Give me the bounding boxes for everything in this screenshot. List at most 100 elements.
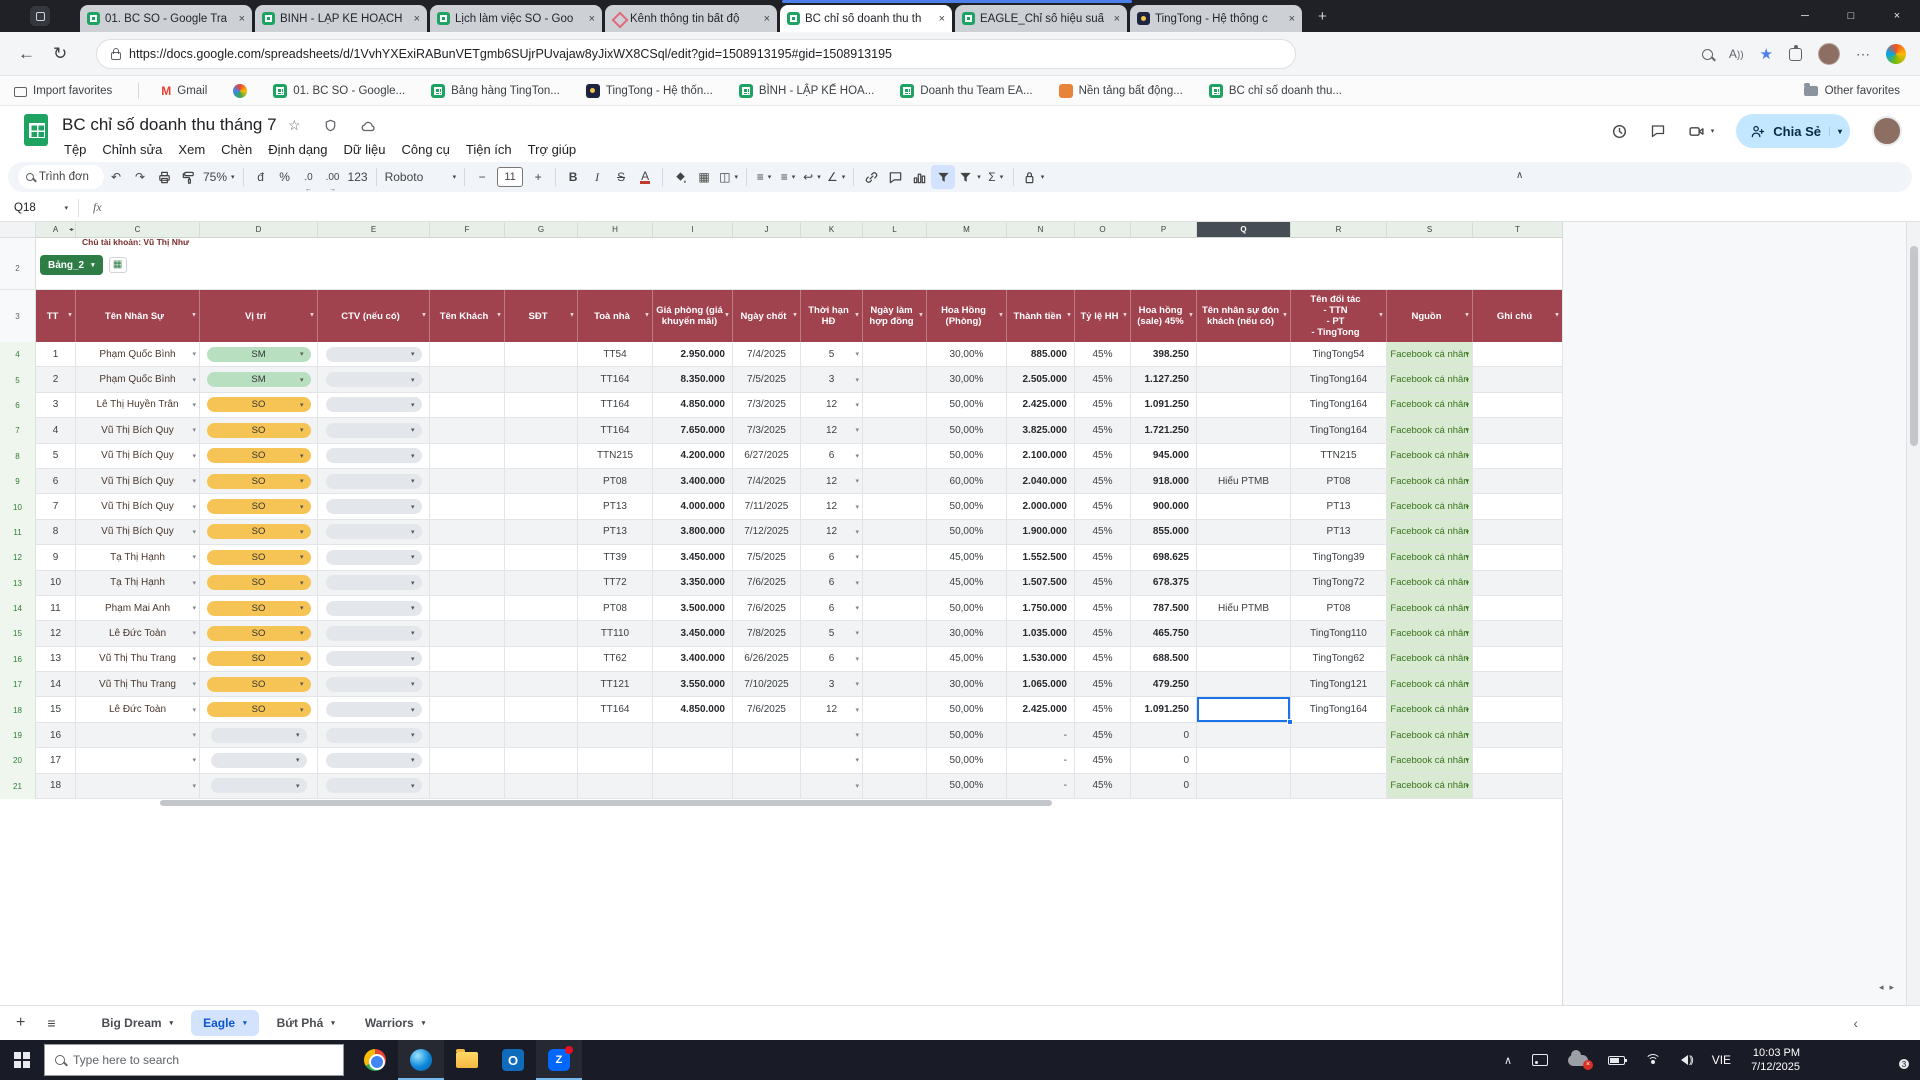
create-filter-icon[interactable]: [931, 165, 955, 189]
add-sheet-icon[interactable]: +: [16, 1014, 25, 1032]
cell-O5[interactable]: 45%: [1075, 367, 1131, 392]
cell-J18[interactable]: 7/6/2025: [733, 697, 801, 722]
dropdown-icon[interactable]: ▾: [192, 477, 196, 485]
cell-F10[interactable]: [430, 494, 505, 519]
menu-item[interactable]: Chỉnh sửa: [94, 139, 170, 160]
outlook-icon[interactable]: O: [490, 1040, 536, 1080]
cell-I8[interactable]: 4.200.000: [653, 444, 733, 469]
cell-O10[interactable]: 45%: [1075, 494, 1131, 519]
cell-T8[interactable]: [1473, 444, 1563, 469]
wifi-icon[interactable]: [1645, 1054, 1661, 1066]
tab-close-icon[interactable]: ×: [1287, 13, 1295, 25]
cell-Q9[interactable]: Hiếu PTMB: [1197, 469, 1291, 494]
cell-K10[interactable]: 12▾: [801, 494, 863, 519]
cell-J15[interactable]: 7/8/2025: [733, 621, 801, 646]
tab-actions-icon[interactable]: [30, 6, 50, 26]
cell-Q10[interactable]: [1197, 494, 1291, 519]
bold-icon[interactable]: B: [561, 165, 585, 189]
cell-C21[interactable]: ▾: [76, 774, 200, 799]
document-title[interactable]: BC chỉ số doanh thu tháng 7: [62, 115, 277, 135]
position-pill[interactable]: ▾: [211, 778, 307, 793]
row-header-4[interactable]: 4: [0, 342, 36, 367]
cell-C9[interactable]: Vũ Thị Bích Quy▾: [76, 469, 200, 494]
cell-N13[interactable]: 1.507.500: [1007, 571, 1075, 596]
cell-I10[interactable]: 4.000.000: [653, 494, 733, 519]
address-bar[interactable]: https://docs.google.com/spreadsheets/d/1…: [96, 39, 1296, 69]
cell-A11[interactable]: 8: [36, 520, 76, 545]
dropdown-icon[interactable]: ▾: [1465, 731, 1469, 739]
dropdown-icon[interactable]: ▾: [192, 706, 196, 714]
cell-M19[interactable]: 50,00%: [927, 723, 1007, 748]
cell-A12[interactable]: 9: [36, 545, 76, 570]
redo-icon[interactable]: ↷: [128, 165, 152, 189]
currency-format-icon[interactable]: đ: [249, 165, 273, 189]
protect-sheet-icon[interactable]: ▾: [1019, 165, 1048, 189]
copilot-icon[interactable]: [1886, 44, 1906, 64]
cell-F18[interactable]: [430, 697, 505, 722]
cell-S8[interactable]: Facebook cá nhân▾: [1387, 444, 1473, 469]
text-rotate-icon[interactable]: ∠▾: [824, 165, 848, 189]
cell-K21[interactable]: ▾: [801, 774, 863, 799]
cell-J19[interactable]: [733, 723, 801, 748]
cell-T7[interactable]: [1473, 418, 1563, 443]
cell-P4[interactable]: 398.250: [1131, 342, 1197, 367]
tab-close-icon[interactable]: ×: [937, 13, 945, 25]
cell-J4[interactable]: 7/4/2025: [733, 342, 801, 367]
bookmark-item[interactable]: Doanh thu Team EA...: [900, 84, 1032, 98]
dropdown-icon[interactable]: ▾: [1465, 401, 1469, 409]
volume-icon[interactable]: )): [1681, 1055, 1692, 1066]
cell-C11[interactable]: Vũ Thị Bích Quy▾: [76, 520, 200, 545]
bookmark-item[interactable]: Import favorites: [14, 85, 112, 97]
cell-O20[interactable]: 45%: [1075, 748, 1131, 773]
cell-D6[interactable]: SO▾: [200, 393, 318, 418]
dropdown-icon[interactable]: ▾: [192, 426, 196, 434]
ctv-pill[interactable]: ▾: [326, 702, 422, 717]
filter-icon[interactable]: ▼: [191, 311, 197, 322]
share-button[interactable]: Chia Sẻ ▾: [1736, 114, 1850, 148]
cell-M5[interactable]: 30,00%: [927, 367, 1007, 392]
column-header-ghichu[interactable]: Ghi chú▼: [1473, 290, 1563, 342]
cell-I16[interactable]: 3.400.000: [653, 647, 733, 672]
cell-F19[interactable]: [430, 723, 505, 748]
cell-L7[interactable]: [863, 418, 927, 443]
row-header-16[interactable]: 16: [0, 647, 36, 672]
dropdown-icon[interactable]: ▾: [300, 350, 304, 358]
cell-Q21[interactable]: [1197, 774, 1291, 799]
toolbar-collapse-icon[interactable]: ∧: [1516, 170, 1523, 181]
cell-T17[interactable]: [1473, 672, 1563, 697]
dropdown-icon[interactable]: ▾: [1465, 604, 1469, 612]
dropdown-icon[interactable]: ▾: [1465, 706, 1469, 714]
cell-L21[interactable]: [863, 774, 927, 799]
row-header-11[interactable]: 11: [0, 520, 36, 545]
cell-M20[interactable]: 50,00%: [927, 748, 1007, 773]
dropdown-icon[interactable]: ▾: [192, 350, 196, 358]
ctv-pill[interactable]: ▾: [326, 448, 422, 463]
dropdown-icon[interactable]: ▾: [170, 1019, 174, 1027]
cell-H6[interactable]: TT164: [578, 393, 653, 418]
cell-L20[interactable]: [863, 748, 927, 773]
menu-item[interactable]: Dữ liệu: [336, 139, 394, 160]
cell-S18[interactable]: Facebook cá nhân▾: [1387, 697, 1473, 722]
cell-S21[interactable]: Facebook cá nhân▾: [1387, 774, 1473, 799]
cell-G12[interactable]: [505, 545, 578, 570]
cell-T10[interactable]: [1473, 494, 1563, 519]
hidden-column-marker[interactable]: ◂▸: [69, 226, 73, 233]
dropdown-icon[interactable]: ▾: [192, 655, 196, 663]
font-size-increase[interactable]: +: [526, 165, 550, 189]
text-color-icon[interactable]: A: [633, 165, 657, 189]
dropdown-icon[interactable]: ▾: [411, 680, 415, 688]
zoom-select[interactable]: 75%▾: [200, 165, 238, 189]
cell-C17[interactable]: Vũ Thị Thu Trang▾: [76, 672, 200, 697]
cell-A21[interactable]: 18: [36, 774, 76, 799]
dropdown-icon[interactable]: ▾: [411, 503, 415, 511]
cell-R13[interactable]: TingTong72: [1291, 571, 1387, 596]
cell-I19[interactable]: [653, 723, 733, 748]
dropdown-icon[interactable]: ▾: [1465, 782, 1469, 790]
position-pill[interactable]: SO▾: [207, 626, 311, 641]
cell-O15[interactable]: 45%: [1075, 621, 1131, 646]
column-letter-Q[interactable]: Q: [1197, 222, 1291, 238]
cell-H5[interactable]: TT164: [578, 367, 653, 392]
cell-E19[interactable]: ▾: [318, 723, 430, 748]
cell-M12[interactable]: 45,00%: [927, 545, 1007, 570]
cell-C8[interactable]: Vũ Thị Bích Quy▾: [76, 444, 200, 469]
